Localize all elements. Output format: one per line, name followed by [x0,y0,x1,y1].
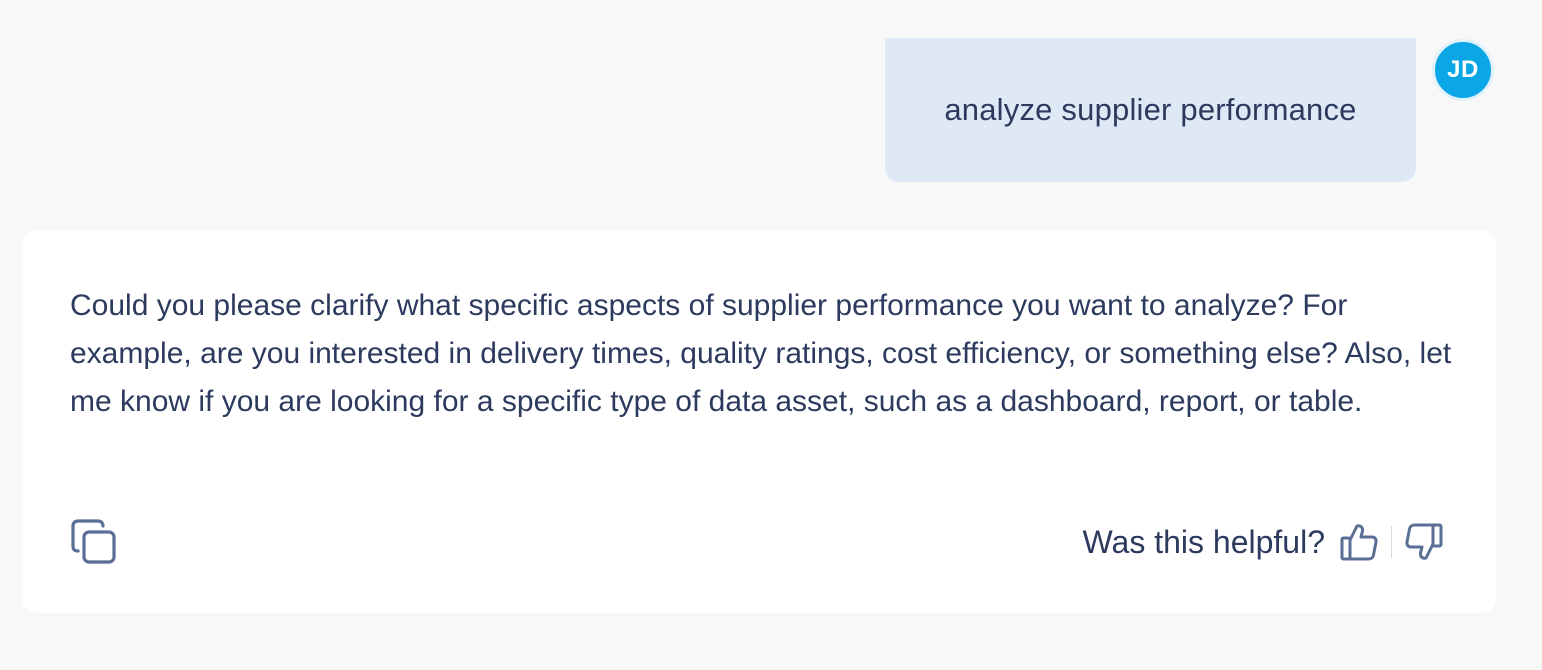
user-message-text: analyze supplier performance [944,92,1357,127]
user-message-row: analyze supplier performance [885,38,1416,182]
feedback-label: Was this helpful? [1082,523,1325,560]
copy-icon [71,519,116,564]
avatar-initials: JD [1447,56,1479,83]
thumbs-up-icon [1340,524,1378,561]
assistant-message-text: Could you please clarify what specific a… [70,289,1452,418]
feedback-group: Was this helpful? [1083,518,1444,566]
feedback-divider [1391,526,1392,558]
copy-button[interactable] [70,518,118,566]
thumbs-down-button[interactable] [1404,520,1444,564]
thumbs-down-icon [1405,523,1443,560]
user-message-bubble: analyze supplier performance [885,38,1416,182]
assistant-message-card: Could you please clarify what specific a… [22,230,1496,613]
user-avatar: JD [1432,39,1494,101]
thumbs-up-button[interactable] [1339,520,1379,564]
